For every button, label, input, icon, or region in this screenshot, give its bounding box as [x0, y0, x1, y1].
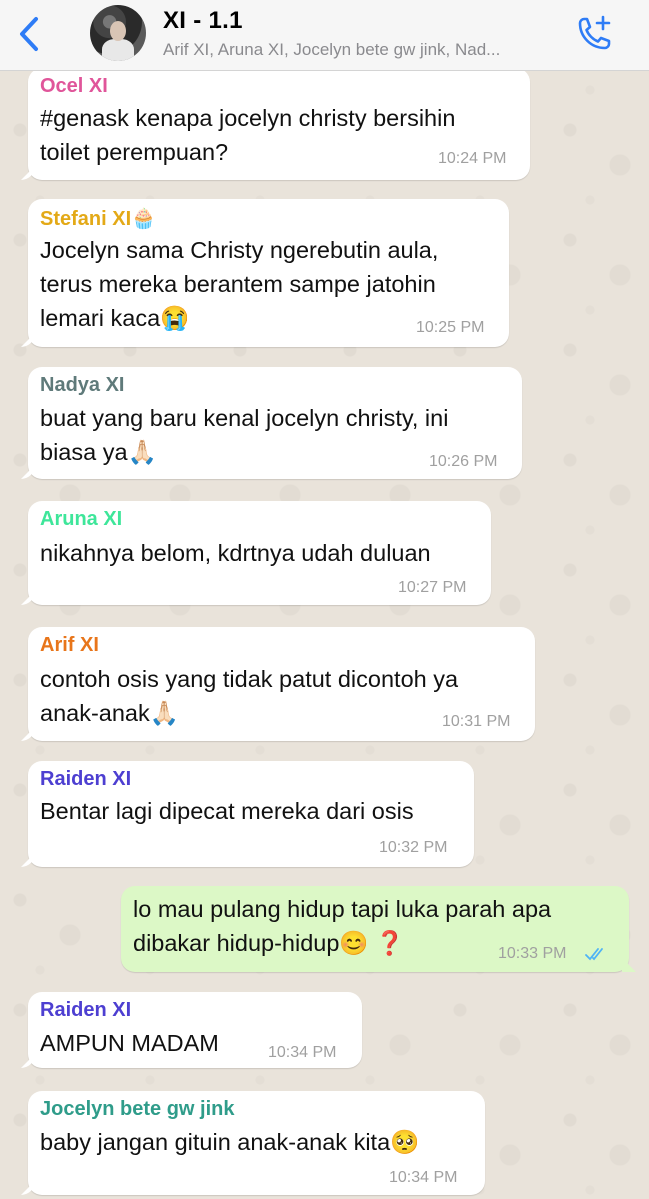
message-text: lo mau pulang hidup tapi luka parah apa …	[133, 896, 552, 956]
message-text: Jocelyn sama Christy ngerebutin aula, te…	[40, 237, 439, 331]
message-text: Bentar lagi dipecat mereka dari osis	[40, 798, 414, 824]
chat-header: XI - 1.1 Arif XI, Aruna XI, Jocelyn bete…	[0, 0, 649, 71]
message-text: buat yang baru kenal jocelyn christy, in…	[40, 405, 449, 465]
message-sender: Aruna XI	[40, 508, 123, 530]
message-text: contoh osis yang tidak patut dicontoh ya…	[40, 666, 459, 726]
message-sender: Ocel XI	[40, 75, 108, 97]
message-sender: Nadya XI	[40, 374, 125, 396]
message-bubble[interactable]: Raiden XI Bentar lagi dipecat mereka dar…	[28, 761, 474, 867]
message-bubble[interactable]: Arif XI contoh osis yang tidak patut dic…	[28, 627, 535, 741]
message-time: 10:32 PM	[379, 839, 448, 856]
message-time: 10:25 PM	[416, 319, 485, 336]
chevron-left-icon[interactable]	[14, 15, 48, 53]
message-sender: Arif XI	[40, 634, 99, 656]
chat-members-subtitle[interactable]: Arif XI, Aruna XI, Jocelyn bete gw jink,…	[163, 40, 558, 60]
message-sender: Raiden XI	[40, 768, 132, 790]
message-bubble[interactable]: Jocelyn bete gw jink baby jangan gituin …	[28, 1091, 485, 1195]
message-bubble[interactable]: Nadya XI buat yang baru kenal jocelyn ch…	[28, 367, 522, 479]
message-bubble[interactable]: Stefani XI🧁 Jocelyn sama Christy ngerebu…	[28, 199, 509, 347]
group-avatar[interactable]	[90, 5, 146, 61]
message-text: #genask kenapa jocelyn christy bersihin …	[40, 105, 456, 165]
message-time: 10:33 PM	[498, 945, 567, 962]
chat-title[interactable]: XI - 1.1	[163, 7, 243, 35]
add-call-icon[interactable]	[574, 14, 614, 54]
message-sender: Stefani XI🧁	[40, 208, 157, 230]
message-time: 10:27 PM	[398, 579, 467, 596]
message-time: 10:31 PM	[442, 713, 511, 730]
message-bubble[interactable]: Ocel XI #genask kenapa jocelyn christy b…	[28, 68, 530, 180]
message-text: AMPUN MADAM	[40, 1030, 219, 1056]
message-time: 10:24 PM	[438, 150, 507, 167]
message-time: 10:26 PM	[429, 453, 498, 470]
message-time: 10:34 PM	[389, 1169, 458, 1186]
message-time: 10:34 PM	[268, 1044, 337, 1061]
read-receipt-icon	[585, 948, 603, 961]
message-bubble[interactable]: Aruna XI nikahnya belom, kdrtnya udah du…	[28, 501, 491, 605]
message-text: baby jangan gituin anak-anak kita🥺	[40, 1129, 420, 1155]
message-bubble[interactable]: Raiden XI AMPUN MADAM 10:34 PM	[28, 992, 362, 1068]
message-sender: Jocelyn bete gw jink	[40, 1098, 235, 1120]
message-text: nikahnya belom, kdrtnya udah duluan	[40, 540, 431, 566]
outgoing-message-bubble[interactable]: lo mau pulang hidup tapi luka parah apa …	[121, 886, 629, 972]
message-sender: Raiden XI	[40, 999, 132, 1021]
